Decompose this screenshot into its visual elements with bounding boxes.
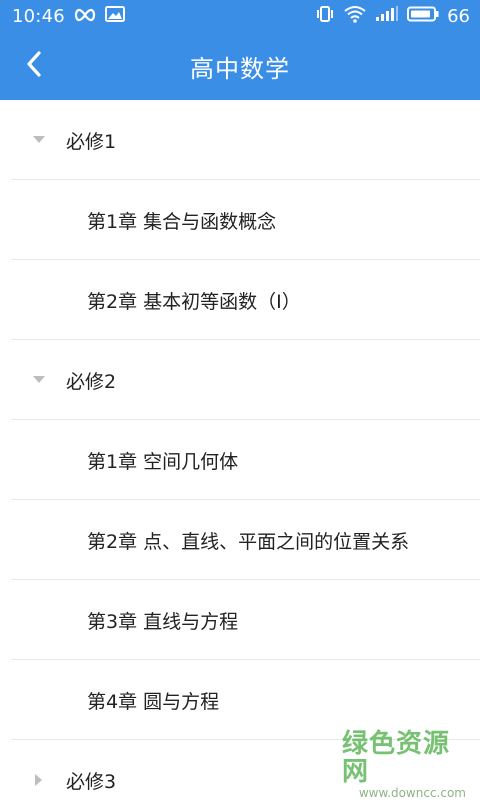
back-button[interactable] xyxy=(14,46,54,86)
vibrate-icon xyxy=(315,5,335,28)
battery-icon xyxy=(407,6,439,27)
wifi-icon xyxy=(343,5,367,28)
group-label: 必修2 xyxy=(66,370,117,393)
group-label: 必修1 xyxy=(66,130,117,153)
chapter-label: 第2章 基本初等函数（Ⅰ） xyxy=(87,290,301,313)
chapter-label: 第3章 直线与方程 xyxy=(87,610,239,633)
chapter-label: 第2章 点、直线、平面之间的位置关系 xyxy=(87,530,410,553)
group-label: 必修3 xyxy=(66,770,117,793)
page-title: 高中数学 xyxy=(190,54,290,83)
group-row-required-2[interactable]: 必修2 xyxy=(0,340,480,420)
image-icon xyxy=(104,5,125,27)
course-list: 必修1 第1章 集合与函数概念 第2章 基本初等函数（Ⅰ） 必修2 第1章 空间… xyxy=(0,100,480,800)
chapter-row[interactable]: 第2章 点、直线、平面之间的位置关系 xyxy=(0,500,480,580)
signal-icon xyxy=(375,5,399,27)
status-bar-left: 10:46 xyxy=(12,5,125,27)
chapter-row[interactable]: 第1章 空间几何体 xyxy=(0,420,480,500)
watermark: 绿色资源网 www.downcc.com xyxy=(342,730,472,800)
group-row-required-1[interactable]: 必修1 xyxy=(0,100,480,180)
infinity-icon xyxy=(73,6,97,27)
chevron-left-icon xyxy=(24,50,44,82)
status-bar-right: 66 xyxy=(315,5,470,28)
battery-percent: 66 xyxy=(447,5,470,27)
chapter-label: 第1章 空间几何体 xyxy=(87,450,239,473)
chapter-label: 第4章 圆与方程 xyxy=(87,690,220,713)
chapter-row[interactable]: 第1章 集合与函数概念 xyxy=(0,180,480,260)
watermark-title: 绿色资源网 xyxy=(342,729,451,787)
watermark-url: www.downcc.com xyxy=(358,786,466,800)
chapter-row[interactable]: 第2章 基本初等函数（Ⅰ） xyxy=(0,260,480,340)
chapter-row[interactable]: 第3章 直线与方程 xyxy=(0,580,480,660)
expanded-arrow-icon xyxy=(32,373,46,387)
status-time: 10:46 xyxy=(12,5,65,27)
chapter-row[interactable]: 第4章 圆与方程 xyxy=(0,660,480,740)
status-bar: 10:46 66 xyxy=(0,0,480,32)
app-bar: 高中数学 xyxy=(0,32,480,100)
collapsed-arrow-icon xyxy=(32,773,46,787)
chapter-label: 第1章 集合与函数概念 xyxy=(87,210,277,233)
expanded-arrow-icon xyxy=(32,133,46,147)
